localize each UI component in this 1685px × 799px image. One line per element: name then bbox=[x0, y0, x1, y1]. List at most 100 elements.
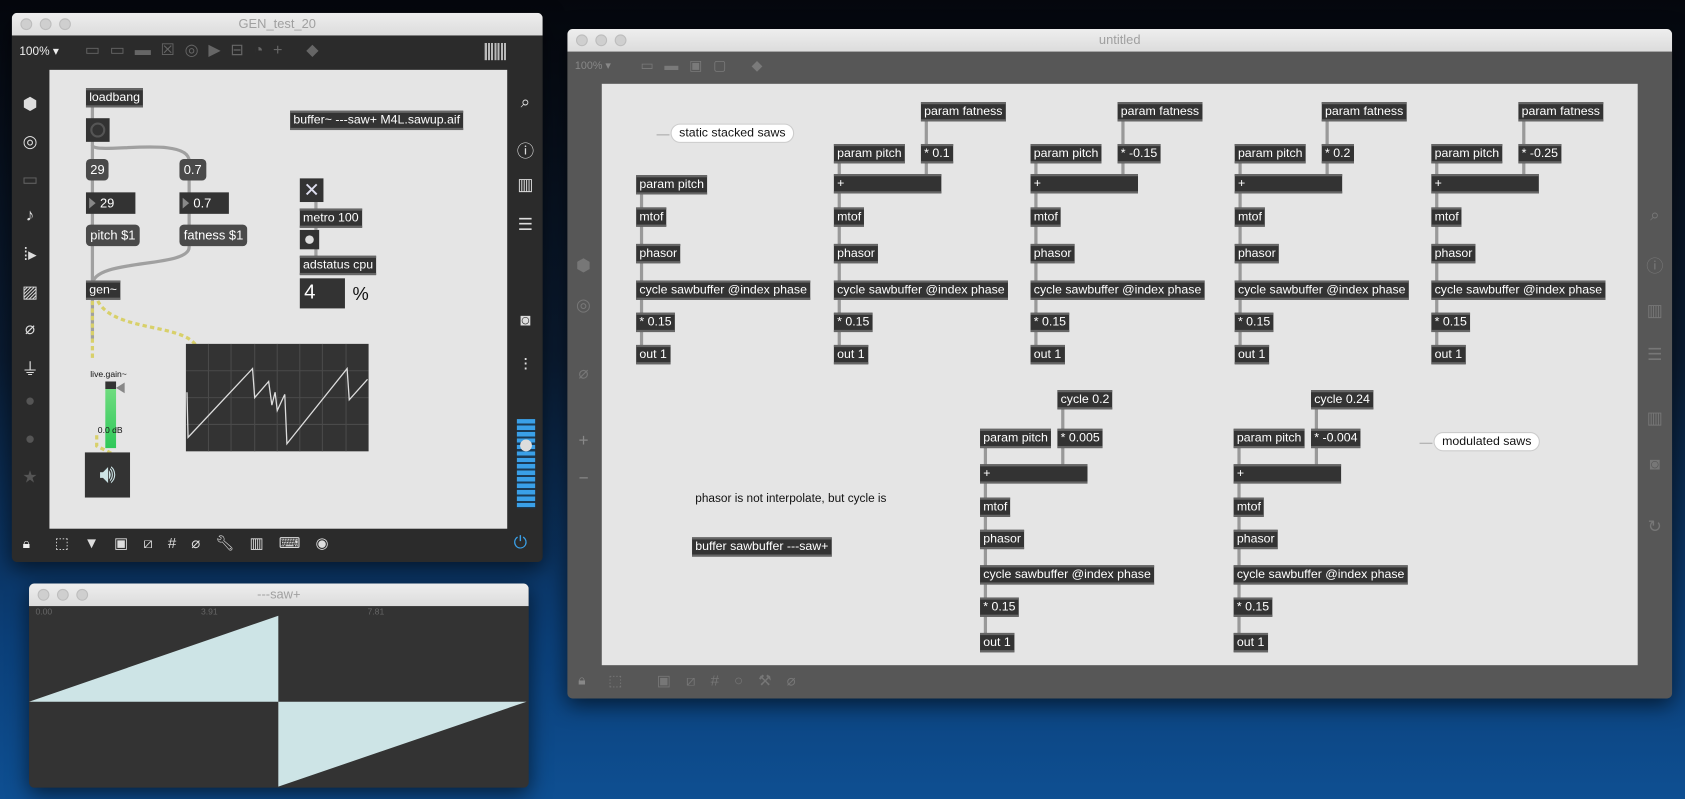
cycle-object[interactable]: cycle sawbuffer @index phase bbox=[980, 565, 1155, 585]
message-fatness[interactable]: fatness $1 bbox=[179, 224, 248, 247]
multiply-object[interactable]: * 0.2 bbox=[1321, 143, 1354, 164]
cycle-object[interactable]: cycle sawbuffer @index phase bbox=[1233, 565, 1408, 585]
cube-icon[interactable]: ⬢ bbox=[17, 93, 43, 114]
lfo-cycle-object[interactable]: cycle 0.24 bbox=[1311, 390, 1374, 410]
snapshot-icon[interactable]: ◙ bbox=[513, 312, 539, 331]
gen-object[interactable]: gen~ bbox=[85, 280, 121, 300]
music-note-icon[interactable]: ♪ bbox=[17, 206, 43, 225]
target-icon[interactable]: ◎ bbox=[17, 131, 43, 152]
cycle-object[interactable]: cycle sawbuffer @index phase bbox=[1030, 280, 1205, 300]
gain-object[interactable]: * 0.15 bbox=[1030, 312, 1070, 333]
cycle-object[interactable]: cycle sawbuffer @index phase bbox=[833, 280, 1008, 300]
out-object[interactable]: out 1 bbox=[1234, 344, 1269, 365]
phasor-object[interactable]: phasor bbox=[980, 529, 1025, 550]
cube-icon[interactable]: ⬢ bbox=[571, 255, 597, 276]
beap-icon[interactable]: ● bbox=[17, 430, 43, 449]
close-button[interactable] bbox=[20, 18, 33, 31]
out-object[interactable]: out 1 bbox=[1030, 344, 1065, 365]
multiply-object[interactable]: * 0.005 bbox=[1057, 428, 1104, 449]
search-icon[interactable]: ⌕ bbox=[1642, 206, 1668, 225]
snapshot-icon[interactable]: ◙ bbox=[1642, 456, 1668, 475]
add-object[interactable]: + bbox=[1234, 174, 1343, 194]
message-29[interactable]: 29 bbox=[85, 159, 109, 181]
phasor-object[interactable]: phasor bbox=[833, 243, 879, 264]
pitch-object[interactable]: param pitch bbox=[1234, 143, 1306, 164]
add-object[interactable]: + bbox=[980, 464, 1088, 484]
adstatus-object[interactable]: adstatus cpu bbox=[299, 255, 377, 276]
zoom-button[interactable] bbox=[614, 34, 627, 47]
zoom-button[interactable] bbox=[76, 588, 89, 601]
info-icon[interactable]: ⓘ bbox=[513, 136, 539, 162]
zoom-menu[interactable]: 100% ▾ bbox=[19, 44, 58, 58]
volume-slider-knob[interactable] bbox=[520, 439, 532, 452]
lfo-cycle-object[interactable]: cycle 0.2 bbox=[1057, 390, 1113, 410]
toggle[interactable]: ✕ bbox=[299, 178, 324, 203]
paperclip-icon[interactable]: ⌀ bbox=[17, 318, 43, 339]
star-icon[interactable]: ★ bbox=[17, 466, 43, 487]
pitch-object[interactable]: param pitch bbox=[1431, 143, 1503, 164]
mtof-object[interactable]: mtof bbox=[1233, 497, 1265, 517]
bang-small[interactable] bbox=[299, 229, 320, 250]
cycle-object[interactable]: cycle sawbuffer @index phase bbox=[1431, 280, 1606, 300]
pitch-object[interactable]: param pitch bbox=[833, 143, 905, 164]
live-gain-slider[interactable] bbox=[105, 381, 117, 449]
list-icon[interactable]: ☰ bbox=[513, 214, 539, 235]
patch-canvas[interactable]: static stacked saws modulated saws phaso… bbox=[601, 83, 1638, 666]
title-bar[interactable]: untitled bbox=[567, 29, 1673, 52]
waveform-display[interactable] bbox=[29, 606, 529, 788]
minimize-button[interactable] bbox=[595, 34, 608, 47]
close-button[interactable] bbox=[37, 588, 50, 601]
gain-object[interactable]: * 0.15 bbox=[833, 312, 873, 333]
window-controls[interactable] bbox=[575, 34, 627, 47]
grid-icon[interactable] bbox=[484, 42, 507, 61]
zoom-out-icon[interactable]: − bbox=[571, 470, 597, 489]
close-button[interactable] bbox=[575, 34, 588, 47]
mtof-object[interactable]: mtof bbox=[833, 207, 865, 227]
cycle-object[interactable]: cycle sawbuffer @index phase bbox=[1234, 280, 1409, 300]
ezdac-speaker-button[interactable]: 🔊︎ bbox=[84, 452, 131, 498]
split-view-icon[interactable]: ▥ bbox=[1642, 300, 1668, 321]
mtof-object[interactable]: mtof bbox=[1431, 207, 1462, 227]
refresh-icon[interactable]: ↻ bbox=[1642, 516, 1668, 537]
toolbar-icons[interactable]: ▭▬▣▢ ◆ bbox=[640, 57, 773, 74]
info-icon[interactable]: ⓘ bbox=[1642, 251, 1668, 277]
bang-button[interactable] bbox=[85, 118, 110, 142]
search-icon[interactable]: ⌕ bbox=[513, 93, 539, 112]
phasor-object[interactable]: phasor bbox=[1233, 529, 1278, 550]
zoom-menu[interactable]: 100% ▾ bbox=[575, 60, 611, 72]
image-icon[interactable]: ▨ bbox=[17, 282, 43, 303]
add-object[interactable]: + bbox=[833, 174, 942, 194]
add-object[interactable]: + bbox=[1233, 464, 1342, 484]
out-object[interactable]: out 1 bbox=[1431, 344, 1466, 365]
paperclip-icon[interactable]: ⌀ bbox=[571, 362, 597, 383]
mtof-object[interactable]: mtof bbox=[1234, 207, 1266, 227]
lock-icon[interactable]: 🔒︎ bbox=[578, 672, 585, 689]
cycle-object[interactable]: cycle sawbuffer @index phase bbox=[636, 280, 811, 300]
plug-icon[interactable]: ⏚ bbox=[17, 355, 43, 381]
lock-icon[interactable]: 🔒︎ bbox=[23, 535, 30, 552]
gain-object[interactable]: * 0.15 bbox=[1431, 312, 1471, 333]
number-box-fatness[interactable]: 0.7 bbox=[179, 192, 229, 214]
param-fatness-object[interactable]: param fatness bbox=[1117, 102, 1203, 122]
media-icon[interactable]: ▭ bbox=[17, 169, 43, 190]
zoom-in-icon[interactable]: + bbox=[571, 432, 597, 451]
toolbar-object-icons[interactable]: ▭▭▬☒◎▶⊟◔+ ◆ bbox=[85, 40, 328, 59]
multiply-object[interactable]: * -0.15 bbox=[1117, 143, 1161, 164]
gain-object[interactable]: * 0.15 bbox=[636, 312, 675, 333]
title-bar[interactable]: ---saw+ bbox=[29, 583, 529, 607]
add-object[interactable]: + bbox=[1431, 174, 1539, 194]
target-icon[interactable]: ◎ bbox=[571, 294, 597, 315]
message-0-7[interactable]: 0.7 bbox=[179, 159, 206, 181]
pitch-object[interactable]: param pitch bbox=[1030, 143, 1102, 164]
gain-object[interactable]: * 0.15 bbox=[980, 597, 1019, 617]
phasor-object[interactable]: phasor bbox=[1431, 243, 1476, 264]
number-box-pitch[interactable]: 29 bbox=[85, 192, 136, 214]
sequence-icon[interactable]: ⁞▸ bbox=[17, 244, 43, 265]
list-icon[interactable]: ☰ bbox=[1642, 344, 1668, 365]
param-fatness-object[interactable]: param fatness bbox=[920, 102, 1006, 122]
multiply-object[interactable]: * -0.25 bbox=[1518, 143, 1562, 164]
mixer-icon[interactable]: ⫶ bbox=[513, 357, 539, 376]
loadbang-object[interactable]: loadbang bbox=[85, 88, 144, 108]
cpu-number-box[interactable]: 4 bbox=[299, 278, 345, 309]
pitch-object[interactable]: param pitch bbox=[636, 175, 708, 195]
